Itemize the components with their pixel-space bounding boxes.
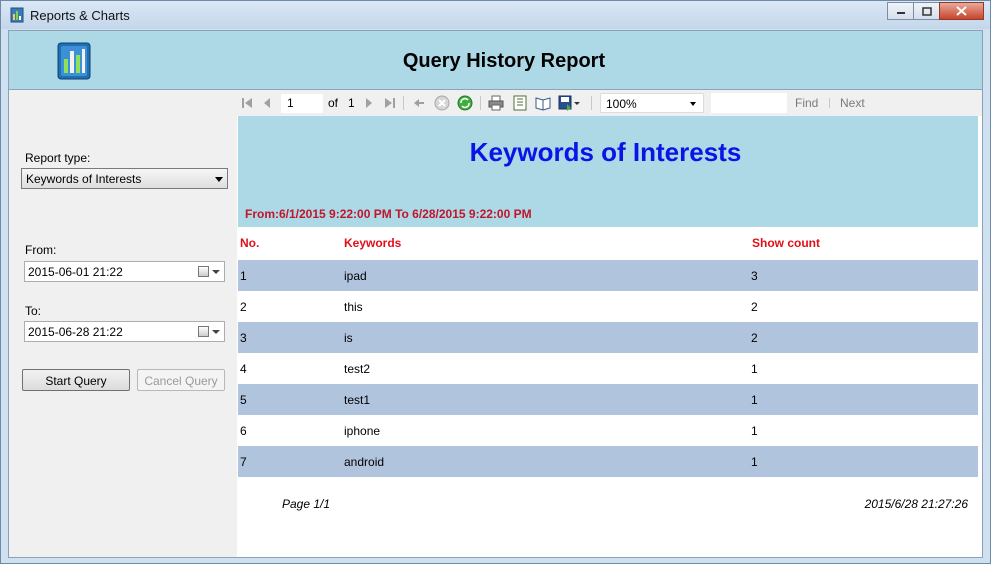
- table-row: 5 test1 1: [238, 384, 978, 415]
- toolbar-separator: [403, 96, 404, 110]
- find-link[interactable]: Find: [795, 96, 818, 110]
- cell-no: 1: [240, 269, 247, 283]
- cell-keyword: is: [344, 331, 353, 345]
- footer-timestamp: 2015/6/28 21:27:26: [864, 497, 968, 511]
- table-row: 7 android 1: [238, 446, 978, 477]
- minimize-icon: [896, 12, 905, 14]
- cell-keyword: test1: [344, 393, 371, 407]
- next-link[interactable]: Next: [840, 96, 865, 110]
- report-type-value: Keywords of Interests: [26, 172, 142, 186]
- report-viewer[interactable]: Keywords of Interests From:6/1/2015 9:22…: [237, 116, 982, 557]
- table-row: 1 ipad 3: [238, 260, 978, 291]
- app-icon: [10, 7, 24, 23]
- next-page-icon[interactable]: [364, 95, 374, 111]
- cell-keyword: test2: [344, 362, 371, 376]
- refresh-icon[interactable]: [457, 95, 473, 111]
- page-setup-icon[interactable]: [535, 95, 551, 111]
- total-pages: 1: [348, 96, 355, 110]
- cancel-query-button[interactable]: Cancel Query: [137, 369, 225, 391]
- cell-count: 1: [751, 424, 758, 438]
- cell-count: 1: [751, 455, 758, 469]
- cell-no: 4: [240, 362, 247, 376]
- back-icon[interactable]: [412, 95, 426, 111]
- from-date-value: 2015-06-01 21:22: [28, 265, 123, 279]
- cell-no: 6: [240, 424, 247, 438]
- cell-no: 3: [240, 331, 247, 345]
- of-label: of: [328, 96, 339, 110]
- cell-count: 2: [751, 331, 758, 345]
- cell-keyword: ipad: [344, 269, 367, 283]
- column-header-keywords: Keywords: [344, 236, 402, 250]
- chevron-down-icon: [215, 177, 223, 182]
- table-row: 3 is 2: [238, 322, 978, 353]
- minimize-button[interactable]: [887, 2, 914, 20]
- chevron-down-icon[interactable]: [212, 330, 220, 334]
- start-query-button[interactable]: Start Query: [22, 369, 130, 391]
- print-layout-icon[interactable]: [512, 95, 528, 111]
- cell-no: 7: [240, 455, 247, 469]
- stop-icon[interactable]: [434, 95, 450, 111]
- toolbar-separator: [829, 98, 830, 108]
- maximize-button[interactable]: [913, 2, 940, 20]
- calendar-icon[interactable]: [198, 326, 209, 337]
- page-number-input[interactable]: 1: [281, 94, 323, 113]
- window-controls: [887, 2, 984, 20]
- cell-no: 5: [240, 393, 247, 407]
- cell-count: 1: [751, 362, 758, 376]
- first-page-icon[interactable]: [241, 95, 253, 111]
- column-header-no: No.: [240, 236, 260, 250]
- report-title: Keywords of Interests: [469, 137, 742, 167]
- title-bar[interactable]: Reports & Charts: [1, 1, 990, 29]
- toolbar-separator: [591, 96, 592, 110]
- report-type-label: Report type:: [25, 151, 91, 165]
- chevron-down-icon[interactable]: [212, 270, 220, 274]
- page-title: Query History Report: [402, 50, 606, 72]
- cell-count: 1: [751, 393, 758, 407]
- window-title: Reports & Charts: [30, 8, 130, 23]
- report-type-select[interactable]: Keywords of Interests: [21, 168, 228, 189]
- find-input[interactable]: [711, 93, 787, 113]
- from-label: From:: [25, 243, 57, 257]
- table-row: 2 this 2: [238, 291, 978, 322]
- column-header-show-count: Show count: [752, 236, 820, 250]
- print-icon[interactable]: [488, 95, 504, 111]
- app-window: Reports & Charts Query History Report Re…: [0, 0, 991, 564]
- close-icon: [956, 6, 967, 16]
- table-row: 4 test2 1: [238, 353, 978, 384]
- report-header: Keywords of Interests From:6/1/2015 9:22…: [238, 116, 978, 227]
- cell-keyword: android: [344, 455, 385, 469]
- cell-count: 2: [751, 300, 758, 314]
- export-icon[interactable]: [558, 95, 580, 111]
- from-date-picker[interactable]: 2015-06-01 21:22: [24, 261, 225, 282]
- cell-no: 2: [240, 300, 247, 314]
- to-date-value: 2015-06-28 21:22: [28, 325, 123, 339]
- last-page-icon[interactable]: [384, 95, 396, 111]
- to-date-picker[interactable]: 2015-06-28 21:22: [24, 321, 225, 342]
- table-row: 6 iphone 1: [238, 415, 978, 446]
- header-banner: Query History Report: [9, 31, 982, 90]
- client-area: Query History Report Report type: Keywor…: [8, 30, 983, 558]
- zoom-select[interactable]: 100%: [600, 93, 704, 113]
- maximize-icon: [921, 6, 932, 16]
- chevron-down-icon: [690, 102, 696, 106]
- cell-keyword: iphone: [344, 424, 381, 438]
- cell-count: 3: [751, 269, 758, 283]
- toolbar-separator: [480, 96, 481, 110]
- zoom-value: 100%: [606, 97, 637, 111]
- report-date-range: From:6/1/2015 9:22:00 PM To 6/28/2015 9:…: [245, 207, 532, 221]
- previous-page-icon[interactable]: [262, 95, 272, 111]
- report-toolbar: 1 of 1 100% Find Next: [237, 91, 982, 116]
- calendar-icon[interactable]: [198, 266, 209, 277]
- cell-keyword: this: [344, 300, 363, 314]
- footer-page-number: Page 1/1: [282, 497, 331, 511]
- to-label: To:: [25, 304, 42, 318]
- close-button[interactable]: [939, 2, 984, 20]
- query-panel: Report type: Keywords of Interests From:…: [9, 91, 237, 557]
